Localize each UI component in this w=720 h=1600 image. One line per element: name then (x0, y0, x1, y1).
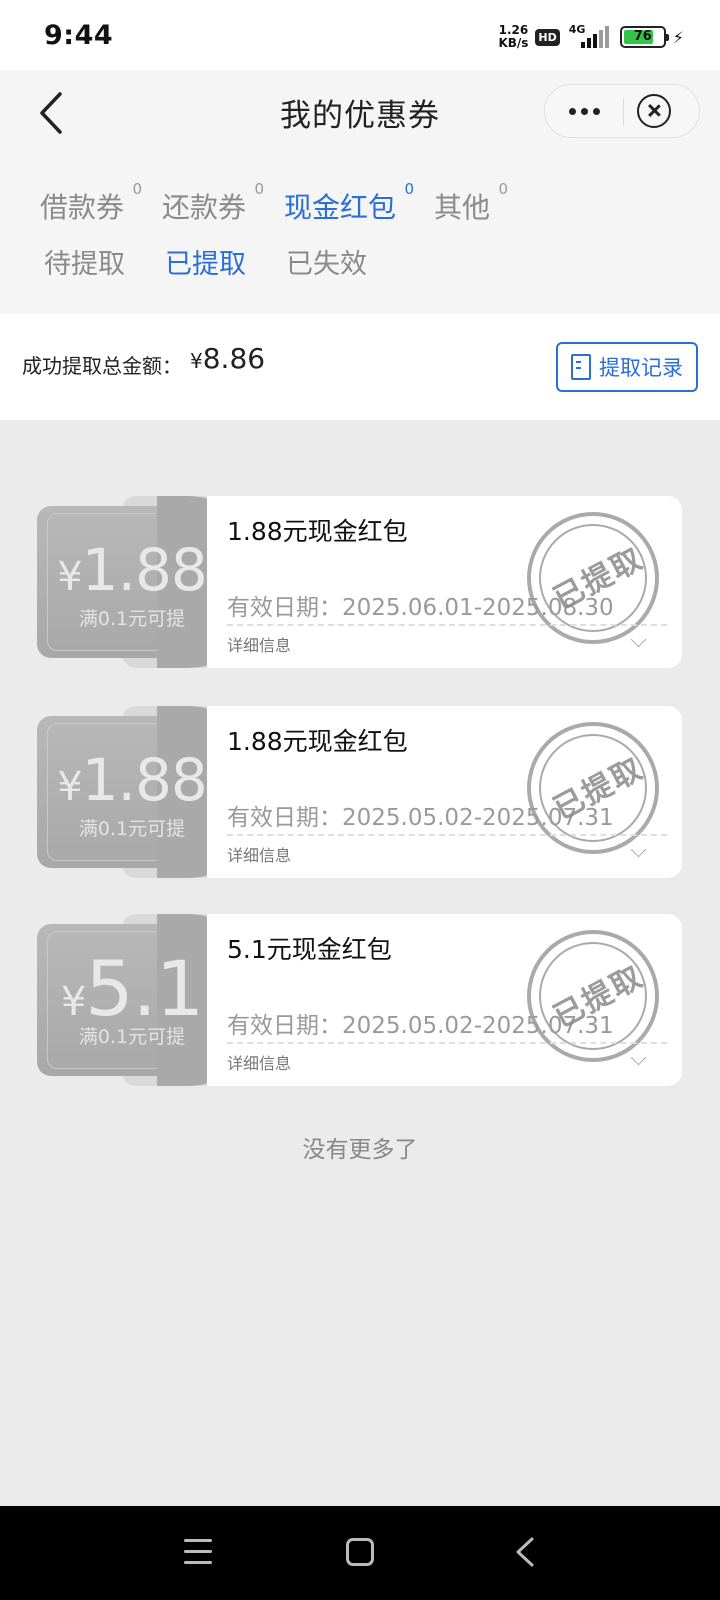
coupon-amount: ¥5.1 (60, 944, 204, 1033)
coupon-condition: 满0.1元可提 (78, 608, 186, 630)
coupon-card[interactable]: ¥5.1 满0.1元可提 5.1元现金红包 有效日期：2025.05.02-20… (37, 914, 682, 1086)
coupon-name: 1.88元现金红包 (227, 517, 408, 546)
hd-icon: HD (535, 28, 560, 46)
coupon-detail-link[interactable]: 详细信息 (227, 1050, 291, 1074)
system-nav-bar (0, 1506, 720, 1600)
coupon-amount: ¥1.88 (57, 746, 208, 814)
document-icon (571, 354, 591, 380)
coupon-card[interactable]: ¥1.88 满0.1元可提 1.88元现金红包 有效日期：2025.05.02-… (37, 706, 682, 878)
status-subtabs: 待提取 已提取 已失效 (44, 242, 367, 281)
chevron-down-icon[interactable] (631, 634, 647, 650)
tab-repay-coupon[interactable]: 还款券 0 (162, 180, 264, 226)
recent-apps-icon[interactable] (184, 1539, 214, 1565)
tab-count: 0 (254, 180, 265, 198)
chevron-down-icon[interactable] (631, 844, 647, 860)
chevron-down-icon[interactable] (631, 1052, 647, 1068)
coupon-detail-link[interactable]: 详细信息 (227, 632, 291, 656)
coupon-condition: 满0.1元可提 (78, 1026, 186, 1048)
summary-amount: ¥8.86 (190, 342, 266, 375)
tab-count: 0 (132, 180, 143, 198)
coupon-condition: 满0.1元可提 (78, 818, 186, 840)
tab-loan-coupon[interactable]: 借款券 0 (40, 180, 142, 226)
subtab-withdrawn[interactable]: 已提取 (165, 242, 246, 281)
coupon-name: 1.88元现金红包 (227, 727, 408, 756)
network-speed: 1.26 KB/s (498, 23, 529, 50)
tab-count: 0 (404, 180, 415, 198)
withdraw-record-button[interactable]: 提取记录 (556, 342, 698, 392)
tab-cash-red-packet[interactable]: 现金红包 0 (284, 180, 414, 226)
back-icon[interactable] (510, 1536, 540, 1568)
charging-icon: ⚡ (672, 27, 684, 47)
close-icon[interactable] (637, 94, 671, 128)
status-bar: 9:44 1.26 KB/s HD 4G 76 ⚡ (0, 0, 720, 70)
coupon-card[interactable]: ¥1.88 满0.1元可提 1.88元现金红包 有效日期：2025.06.01-… (37, 496, 682, 668)
header-area: 我的优惠券 借款券 0 还款券 0 现金红包 0 其他 0 待提取 已提取 已失… (0, 70, 720, 314)
coupon-amount: ¥1.88 (57, 536, 208, 604)
subtab-expired[interactable]: 已失效 (286, 242, 367, 281)
coupon-list: ¥1.88 满0.1元可提 1.88元现金红包 有效日期：2025.06.01-… (0, 496, 720, 1124)
summary-label: 成功提取总金额： (22, 354, 182, 378)
coupon-name: 5.1元现金红包 (227, 935, 392, 964)
status-icons: 1.26 KB/s HD 4G 76 ⚡ (498, 23, 684, 50)
tab-count: 0 (498, 180, 509, 198)
coupon-detail-link[interactable]: 详细信息 (227, 842, 291, 866)
mini-program-capsule (544, 84, 700, 138)
battery-icon: 76 (619, 26, 669, 48)
home-icon[interactable] (346, 1538, 374, 1566)
no-more-text: 没有更多了 (302, 1137, 418, 1163)
coupon-type-tabs: 借款券 0 还款券 0 现金红包 0 其他 0 (40, 180, 508, 226)
more-button[interactable] (545, 85, 623, 137)
more-dots-icon (568, 107, 576, 115)
withdraw-summary: 成功提取总金额： ¥8.86 提取记录 (0, 314, 720, 420)
subtab-pending[interactable]: 待提取 (44, 242, 125, 281)
status-time: 9:44 (44, 20, 114, 51)
signal-icon: 4G (567, 23, 613, 50)
tab-other[interactable]: 其他 0 (434, 180, 508, 226)
